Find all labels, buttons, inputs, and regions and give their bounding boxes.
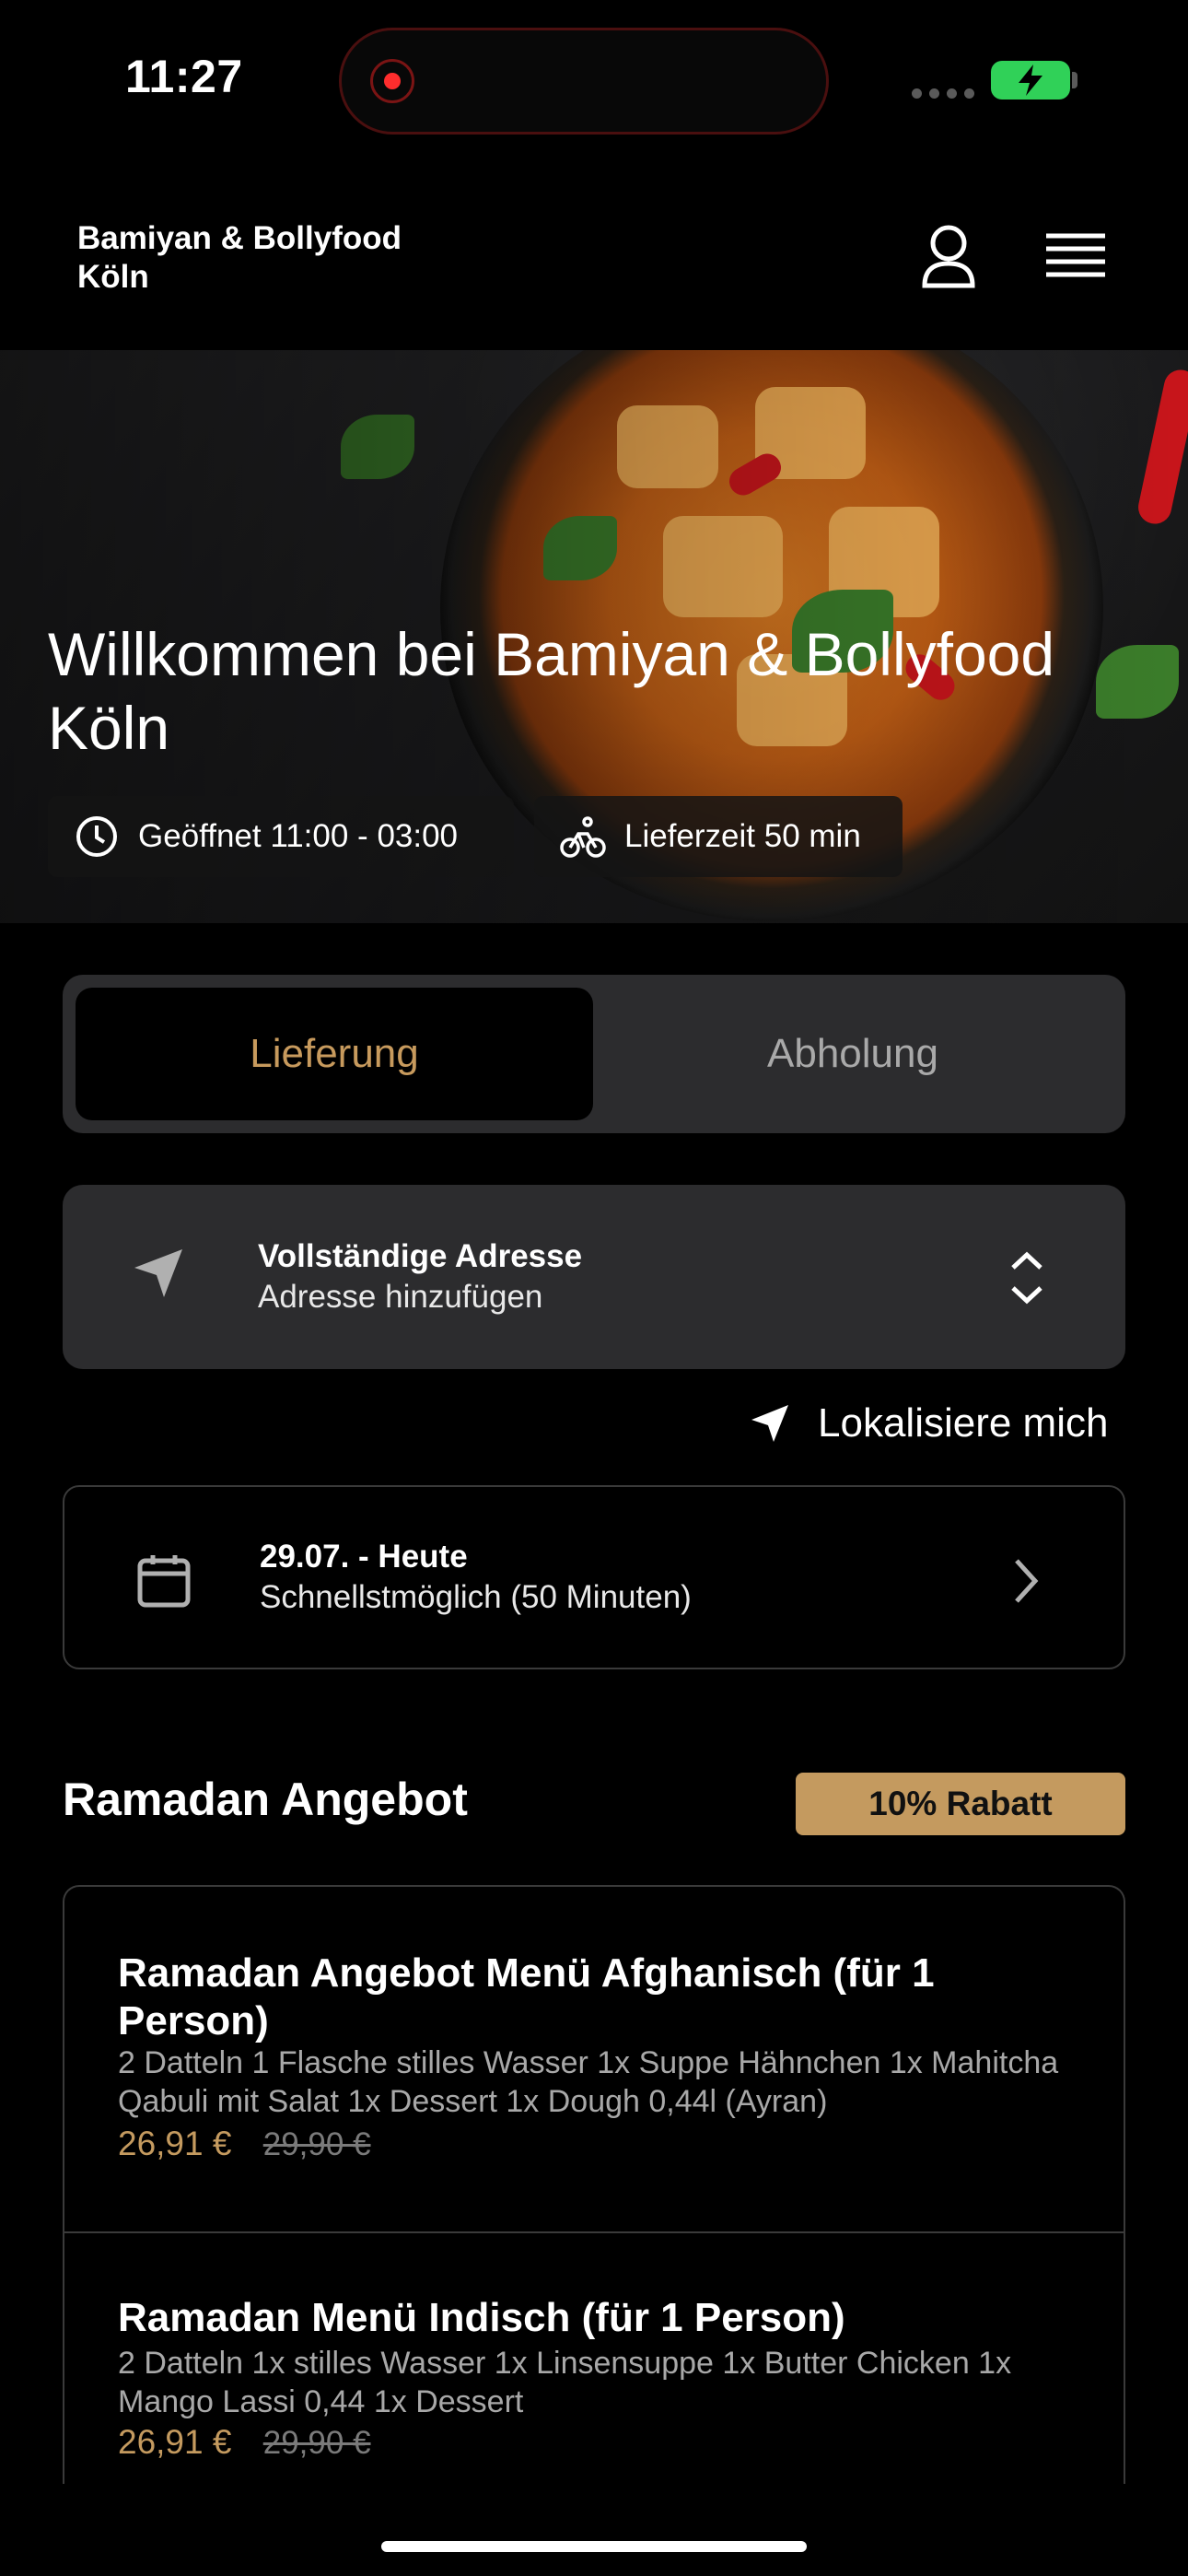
address-placeholder[interactable]: Adresse hinzufügen	[258, 1279, 542, 1316]
price-original: 29,90 €	[262, 2425, 371, 2461]
menu-item-name[interactable]: Ramadan Menü Indisch (für 1 Person)	[118, 2294, 1094, 2342]
calendar-icon	[134, 1551, 193, 1615]
hero-title: Willkommen bei Bamiyan & Bollyfood Köln	[48, 620, 1055, 762]
bicycle-icon	[560, 816, 606, 858]
menu-item-description: 2 Datteln 1x stilles Wasser 1x Linsensup…	[118, 2346, 1012, 2419]
menu-item-name[interactable]: Ramadan Angebot Menü Afghanisch (für 1 P…	[118, 1950, 1094, 2045]
schedule-time: Schnellstmöglich (50 Minuten)	[260, 1579, 692, 1615]
divider	[64, 2231, 1124, 2233]
clock-icon	[76, 816, 117, 857]
delivery-time-chip: Lieferzeit 50 min	[534, 796, 903, 877]
location-arrow-icon	[751, 1405, 788, 1442]
status-time: 11:27	[125, 51, 243, 102]
address-selector[interactable]	[63, 1185, 1125, 1369]
brand-name[interactable]: Bamiyan & Bollyfood Köln	[77, 219, 464, 297]
opening-hours-chip: Geöffnet 11:00 - 03:00	[48, 796, 514, 877]
menu-item-price: 26,91 € 29,90 €	[118, 2423, 371, 2462]
chevron-updown-icon[interactable]	[1004, 1246, 1050, 1315]
home-indicator[interactable]	[381, 2541, 807, 2552]
recording-indicator-icon	[370, 59, 414, 103]
menu-icon[interactable]	[1039, 228, 1112, 287]
locate-me-button[interactable]: Lokalisiere mich	[748, 1400, 1108, 1446]
schedule-date: 29.07. - Heute	[260, 1539, 468, 1575]
tab-pickup[interactable]: Abholung	[593, 988, 1112, 1120]
location-arrow-icon	[129, 1244, 188, 1307]
price-current: 26,91 €	[118, 2125, 232, 2162]
user-icon[interactable]	[912, 221, 985, 295]
menu-item-description: 2 Datteln 1 Flasche stilles Wasser 1x Su…	[118, 2045, 1059, 2119]
battery-tip	[1072, 72, 1077, 88]
price-original: 29,90 €	[262, 2126, 371, 2162]
menu-item-price: 26,91 € 29,90 €	[118, 2125, 371, 2163]
discount-badge: 10% Rabatt	[796, 1773, 1125, 1835]
tab-delivery[interactable]: Lieferung	[76, 988, 593, 1120]
section-title: Ramadan Angebot	[63, 1774, 468, 1825]
signal-icon	[912, 88, 974, 99]
battery-icon	[991, 61, 1070, 100]
delivery-schedule-selector[interactable]	[63, 1485, 1125, 1669]
hero-banner: Willkommen bei Bamiyan & Bollyfood Köln …	[0, 350, 1188, 923]
address-title: Vollständige Adresse	[258, 1238, 583, 1274]
chevron-right-icon[interactable]	[1004, 1551, 1048, 1615]
delivery-time-text: Lieferzeit 50 min	[624, 818, 861, 854]
opening-hours-text: Geöffnet 11:00 - 03:00	[138, 818, 459, 854]
price-current: 26,91 €	[118, 2423, 232, 2461]
locate-me-label: Lokalisiere mich	[818, 1400, 1109, 1446]
